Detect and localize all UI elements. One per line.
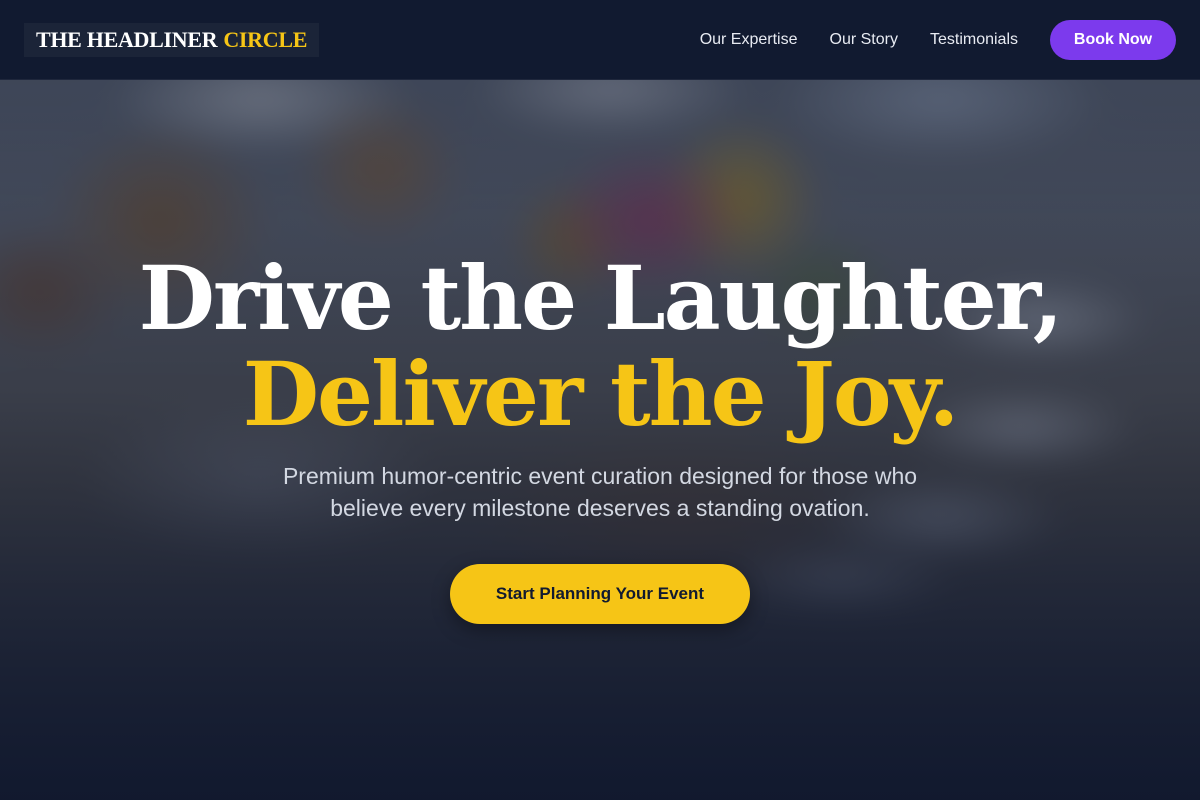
nav-link-our-expertise[interactable]: Our Expertise (700, 31, 798, 49)
hero-subtext: Premium humor-centric event curation des… (282, 463, 918, 521)
nav-link-our-story[interactable]: Our Story (830, 31, 898, 49)
headline-line-1: Drive the Laughter, (138, 246, 1064, 350)
hero-content: Drive the Laughter, Deliver the Joy. Pre… (0, 250, 1200, 624)
logo-accent-text: CIRCLE (223, 26, 308, 52)
headline-line-2: Deliver the Joy. (242, 342, 960, 446)
nav-link-testimonials[interactable]: Testimonials (930, 31, 1018, 49)
site-logo[interactable]: THE HEADLINER CIRCLE (24, 22, 320, 57)
top-navbar: THE HEADLINER CIRCLE Our Expertise Our S… (0, 0, 1200, 80)
book-now-button[interactable]: Book Now (1050, 19, 1176, 60)
nav-menu: Our Expertise Our Story Testimonials Boo… (700, 19, 1176, 60)
start-planning-button[interactable]: Start Planning Your Event (450, 564, 750, 624)
hero-headline: Drive the Laughter, Deliver the Joy. (0, 250, 1200, 442)
logo-text: THE HEADLINER (36, 26, 218, 52)
